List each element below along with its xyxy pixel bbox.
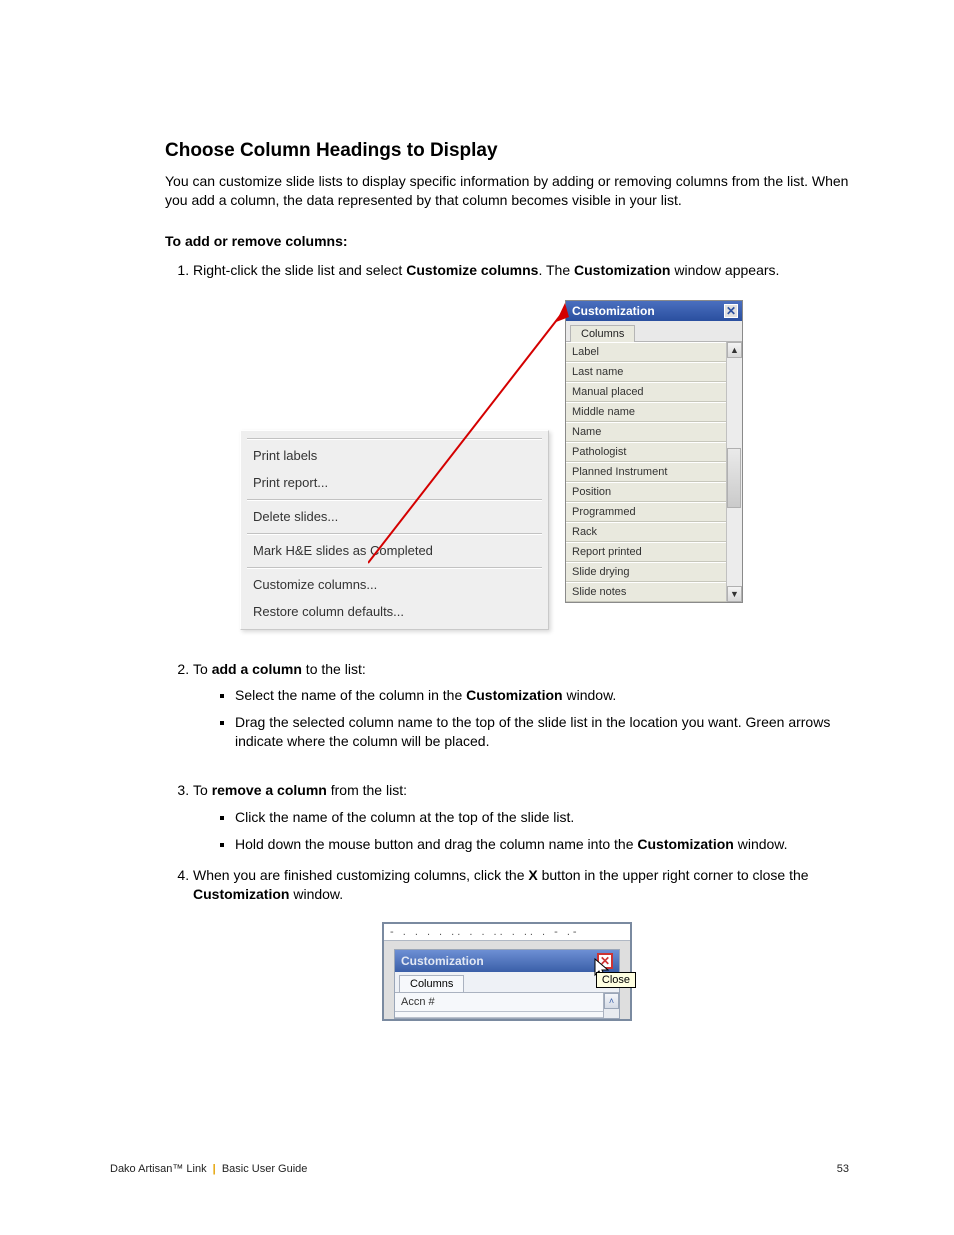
column-item[interactable]: Position [566,482,726,502]
column-item[interactable]: Slide drying [566,562,726,582]
step3-b2-post: window. [734,836,788,852]
step-1: Right-click the slide list and select Cu… [193,261,849,280]
step1-bold-1: Customize columns [406,262,538,278]
step2-bullet-2: Drag the selected column name to the top… [235,713,849,751]
column-item[interactable]: Manual placed [566,382,726,402]
step2-b1-pre: Select the name of the column in the [235,687,466,703]
step3-bullet-2: Hold down the mouse button and drag the … [235,835,849,854]
context-menu-separator [247,533,542,534]
step-4: When you are finished customizing column… [193,866,849,904]
step3-b2-pre: Hold down the mouse button and drag the … [235,836,637,852]
scrollbar-2[interactable]: ˄ [603,993,619,1018]
figure-1: Print labels Print report... Delete slid… [165,300,849,620]
step4-post: window. [289,886,343,902]
footer-guide: Basic User Guide [222,1163,308,1175]
context-menu-item-customize-columns[interactable]: Customize columns... [241,571,548,598]
column-item[interactable]: Slide notes [566,582,726,602]
footer-page-number: 53 [837,1163,849,1175]
context-menu-item-print-labels[interactable]: Print labels [241,442,548,469]
column-item[interactable]: Middle name [566,402,726,422]
step2-bullets: Select the name of the column in the Cus… [193,686,849,751]
figure-2: - . . . . .. . . .. . .. . - .- Customiz… [165,922,849,1021]
customization-scrollbar[interactable]: ▲ ▼ [726,342,742,602]
footer-product: Dako Artisan™ Link [110,1163,207,1175]
procedure-heading: To add or remove columns: [165,232,849,251]
customization-titlebar-2[interactable]: Customization ✕ [395,950,619,972]
procedure-list-cont: To add a column to the list: Select the … [165,660,849,904]
customization-list-wrap: Label Last name Manual placed Middle nam… [566,342,742,602]
step3-b2-bold: Customization [637,836,733,852]
columns-tab-2[interactable]: Columns [399,975,464,992]
customization-title-2: Customization [401,954,484,968]
step1-text-post: window appears. [670,262,779,278]
column-item[interactable]: Report printed [566,542,726,562]
scroll-up-icon[interactable]: ▲ [727,342,742,358]
scroll-down-icon[interactable]: ▼ [727,586,742,602]
customization-titlebar[interactable]: Customization ✕ [566,301,742,321]
context-menu-separator [247,438,542,439]
step2-b1-post: window. [563,687,617,703]
column-item-partial[interactable] [395,1012,603,1018]
footer-left: Dako Artisan™ Link | Basic User Guide [110,1163,307,1175]
step3-lead-bold: remove a column [212,782,327,798]
column-item[interactable]: Accn # [395,993,603,1012]
customization-window-close-detail: - . . . . .. . . .. . .. . - .- Customiz… [382,922,632,1021]
column-item[interactable]: Planned Instrument [566,462,726,482]
column-item[interactable]: Pathologist [566,442,726,462]
step4-bold-2: Customization [193,886,289,902]
procedure-list: Right-click the slide list and select Cu… [165,261,849,280]
footer-separator-icon: | [213,1163,216,1175]
step4-mid: button in the upper right corner to clos… [538,867,809,883]
step2-bullet-1: Select the name of the column in the Cus… [235,686,849,705]
scroll-thumb[interactable] [727,448,741,508]
step3-lead-pre: To [193,782,212,798]
step2-lead-pre: To [193,661,212,677]
step4-bold-1: X [528,867,537,883]
context-menu-separator [247,499,542,500]
fragment-row: - . . . . .. . . .. . .. . - .- [384,924,630,941]
columns-list-2: Accn # [395,993,603,1018]
context-menu-item-restore-column-defaults[interactable]: Restore column defaults... [241,598,548,625]
scroll-up-icon[interactable]: ˄ [604,993,619,1009]
context-menu-item-mark-he-completed[interactable]: Mark H&E slides as Completed [241,537,548,564]
page-footer: Dako Artisan™ Link | Basic User Guide 53 [110,1163,849,1175]
scroll-track[interactable] [727,358,742,586]
step3-lead-post: from the list: [327,782,407,798]
context-menu-separator [247,567,542,568]
customization-inner: Customization ✕ Columns Accn # ˄ [394,949,620,1019]
context-menu-item-delete-slides[interactable]: Delete slides... [241,503,548,530]
step3-bullet-1: Click the name of the column at the top … [235,808,849,827]
customization-window: Customization ✕ Columns Label Last name … [565,300,743,603]
customization-title: Customization [572,304,655,318]
customization-tabs-2: Columns [395,972,619,993]
customization-column-list: Label Last name Manual placed Middle nam… [566,342,726,602]
customization-tabs: Columns [566,321,742,342]
columns-tab[interactable]: Columns [570,325,635,342]
step-3: To remove a column from the list: Click … [193,781,849,854]
step2-b1-bold: Customization [466,687,562,703]
step4-pre: When you are finished customizing column… [193,867,528,883]
step-2: To add a column to the list: Select the … [193,660,849,752]
column-item[interactable]: Name [566,422,726,442]
step3-bullets: Click the name of the column at the top … [193,808,849,854]
step2-lead-post: to the list: [302,661,366,677]
customization-content-2: Accn # ˄ [395,993,619,1018]
context-menu: Print labels Print report... Delete slid… [240,430,549,630]
context-menu-item-print-report[interactable]: Print report... [241,469,548,496]
close-icon[interactable]: ✕ [724,304,738,318]
step2-lead-bold: add a column [212,661,302,677]
step1-text-pre: Right-click the slide list and select [193,262,406,278]
section-heading: Choose Column Headings to Display [165,140,849,162]
step1-bold-2: Customization [574,262,670,278]
column-item[interactable]: Programmed [566,502,726,522]
intro-paragraph: You can customize slide lists to display… [165,172,849,210]
column-item[interactable]: Rack [566,522,726,542]
close-tooltip: Close [596,972,636,988]
step1-text-mid: . The [538,262,574,278]
column-item[interactable]: Last name [566,362,726,382]
column-item[interactable]: Label [566,342,726,362]
document-page: Choose Column Headings to Display You ca… [0,0,954,1235]
